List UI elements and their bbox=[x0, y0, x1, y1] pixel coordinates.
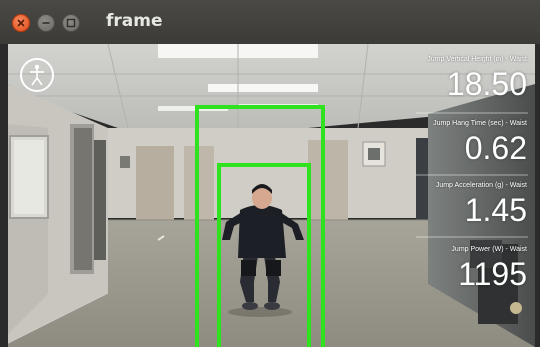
minimize-button[interactable] bbox=[37, 14, 55, 32]
maximize-button[interactable] bbox=[62, 14, 80, 32]
metric-value-acceleration: 1.45 bbox=[464, 192, 527, 228]
window-title: frame bbox=[106, 11, 163, 31]
metric-value-power: 1195 bbox=[458, 256, 527, 292]
metric-label-acceleration: Jump Acceleration (g) - Waist bbox=[435, 182, 527, 189]
metric-label-jump-height: Jump Vertical Height (in) - Waist bbox=[427, 56, 527, 63]
app-window: frame Jump Vertical Height (in) - Waist … bbox=[0, 0, 540, 347]
metric-label-hang-time: Jump Hang Time (sec) - Waist bbox=[433, 120, 527, 127]
skeleton-glyph bbox=[30, 64, 44, 86]
maximize-icon bbox=[66, 18, 76, 28]
close-icon bbox=[17, 19, 25, 27]
minimize-icon bbox=[42, 22, 50, 24]
person-skeleton-icon[interactable] bbox=[20, 58, 54, 92]
metric-label-power: Jump Power (W) - Waist bbox=[451, 246, 527, 253]
close-button[interactable] bbox=[12, 14, 30, 32]
metric-value-hang-time: 0.62 bbox=[464, 130, 527, 166]
camera-view: Jump Vertical Height (in) - Waist 18.50 … bbox=[8, 44, 535, 347]
title-bar: frame bbox=[0, 0, 540, 44]
metric-value-jump-height: 18.50 bbox=[446, 66, 527, 102]
